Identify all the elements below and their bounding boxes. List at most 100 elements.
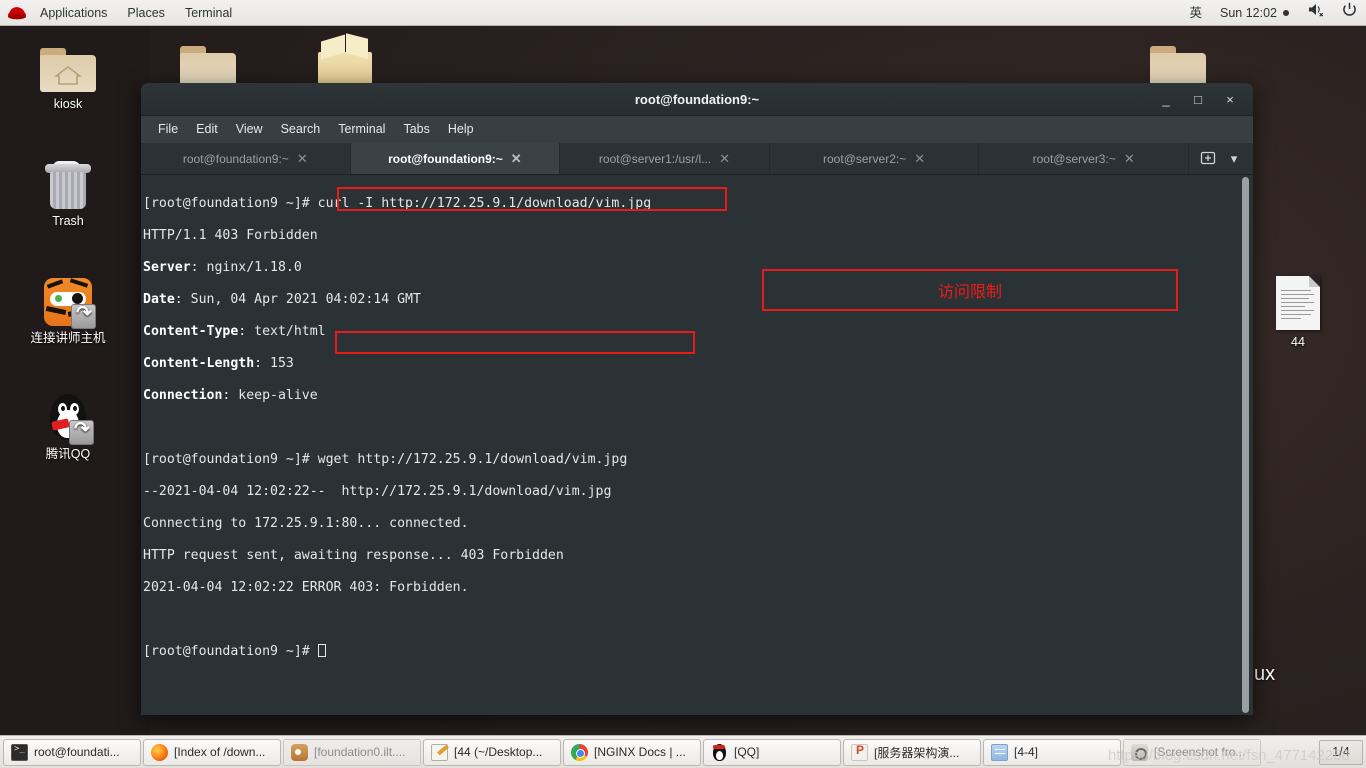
menu-edit[interactable]: Edit xyxy=(187,116,227,143)
tab-label: root@foundation9:~ xyxy=(182,151,289,166)
header-key: Server xyxy=(143,260,191,275)
chevron-down-icon[interactable]: ▾ xyxy=(1223,151,1245,167)
folder-icon xyxy=(160,36,256,90)
output-text: Connecting to 172.25.9.1:80... connected… xyxy=(143,516,469,531)
output-text: 2021-04-04 12:02:22 ERROR 403: Forbidden… xyxy=(143,580,469,595)
taskbar-item-label: [4-4] xyxy=(1014,745,1039,759)
desktop-icon-tencent-qq[interactable]: 腾讯QQ xyxy=(20,388,116,462)
screenshot-icon xyxy=(1131,743,1148,761)
tab-label: root@server1:/usr/l... xyxy=(598,151,712,166)
taskbar-item-label: [服务器架构演... xyxy=(874,745,960,760)
tab-close-icon[interactable]: ✕ xyxy=(719,151,730,167)
terminal-tab-3[interactable]: root@server2:~ ✕ xyxy=(770,143,980,174)
menu-file[interactable]: File xyxy=(149,116,187,143)
desktop-openbox-partial[interactable] xyxy=(297,30,393,89)
shell-command: wget http://172.25.9.1/download/vim.jpg xyxy=(317,452,628,467)
desktop-icon-kiosk[interactable]: kiosk xyxy=(20,38,116,112)
terminal-tab-2[interactable]: root@server1:/usr/l... ✕ xyxy=(560,143,770,174)
tab-close-icon[interactable]: ✕ xyxy=(511,151,522,167)
tab-close-icon[interactable]: ✕ xyxy=(297,151,308,167)
terminal-tab-0[interactable]: root@foundation9:~ ✕ xyxy=(141,143,351,174)
folder-icon xyxy=(1130,36,1226,90)
header-value: : Sun, 04 Apr 2021 04:02:14 GMT xyxy=(174,292,421,307)
tab-label: root@server3:~ xyxy=(1032,151,1116,166)
header-key: Date xyxy=(143,292,175,307)
volume-muted-icon[interactable] xyxy=(1298,0,1333,26)
terminal-menu-bar: File Edit View Search Terminal Tabs Help xyxy=(141,116,1253,143)
terminal-icon xyxy=(11,743,28,761)
menu-view[interactable]: View xyxy=(227,116,272,143)
text-editor-icon xyxy=(431,743,448,761)
text-document-icon xyxy=(1250,272,1346,330)
open-box-icon xyxy=(297,30,393,84)
terminal-line: Connecting to 172.25.9.1:80... connected… xyxy=(143,516,1239,532)
taskbar-item-screenshot[interactable]: [Screenshot fro... xyxy=(1123,738,1261,766)
terminal-content[interactable]: [root@foundation9 ~]# curl -I http://172… xyxy=(141,175,1253,715)
taskbar-item-gimp[interactable]: [foundation0.ilt.... xyxy=(283,738,421,766)
desktop-icon-connect-teacher-host[interactable]: 连接讲师主机 xyxy=(20,272,116,346)
header-value: : keep-alive xyxy=(222,388,318,403)
output-text: HTTP/1.1 403 Forbidden xyxy=(143,228,318,243)
input-method-indicator[interactable]: 英 xyxy=(1180,0,1211,26)
workspace-pager[interactable]: 1/4 xyxy=(1319,739,1363,765)
tab-close-icon[interactable]: ✕ xyxy=(914,151,925,167)
maximize-button[interactable]: □ xyxy=(1183,87,1213,113)
menu-places[interactable]: Places xyxy=(117,0,175,26)
terminal-tab-4[interactable]: root@server3:~ ✕ xyxy=(979,143,1189,174)
taskbar-item-chrome[interactable]: [NGINX Docs | ... xyxy=(563,738,701,766)
output-text: --2021-04-04 12:02:22-- http://172.25.9.… xyxy=(143,484,612,499)
files-icon xyxy=(991,743,1008,761)
taskbar-item-firefox[interactable]: [Index of /down... xyxy=(143,738,281,766)
desktop-icon-trash[interactable]: Trash xyxy=(20,155,116,229)
menu-terminal[interactable]: Terminal xyxy=(329,116,394,143)
close-button[interactable]: × xyxy=(1215,87,1245,113)
minimize-button[interactable]: _ xyxy=(1151,87,1181,113)
desktop-icon-label: 腾讯QQ xyxy=(45,447,91,461)
tab-close-icon[interactable]: ✕ xyxy=(1124,151,1135,167)
tab-actions: ▾ xyxy=(1189,143,1253,174)
terminal-line: [root@foundation9 ~]# curl -I http://172… xyxy=(143,196,1239,212)
desktop-icon-44[interactable]: 44 xyxy=(1250,272,1346,350)
chrome-icon xyxy=(571,743,588,761)
power-icon[interactable] xyxy=(1333,0,1366,26)
menu-search[interactable]: Search xyxy=(272,116,330,143)
desktop-icon-label: kiosk xyxy=(53,97,83,111)
menu-terminal[interactable]: Terminal xyxy=(175,0,242,26)
terminal-line: [root@foundation9 ~]# wget http://172.25… xyxy=(143,452,1239,468)
menu-applications[interactable]: Applications xyxy=(30,0,117,26)
new-tab-icon[interactable] xyxy=(1197,150,1219,168)
firefox-icon xyxy=(151,743,168,761)
terminal-window[interactable]: root@foundation9:~ _ □ × File Edit View … xyxy=(141,83,1253,715)
redhat-logo xyxy=(6,4,28,22)
terminal-tab-1[interactable]: root@foundation9:~ ✕ xyxy=(350,143,561,174)
taskbar-item-terminal[interactable]: root@foundati... xyxy=(3,738,141,766)
clock[interactable]: Sun 12:02 xyxy=(1211,0,1298,26)
header-key: Content-Type xyxy=(143,324,239,339)
taskbar-item-qq[interactable]: [QQ] xyxy=(703,738,841,766)
annotation-label-access-restricted: 访问限制 xyxy=(762,269,1178,311)
home-folder-icon xyxy=(20,38,116,92)
terminal-title: root@foundation9:~ xyxy=(634,92,760,107)
menu-tabs[interactable]: Tabs xyxy=(394,116,438,143)
desktop-partial-text: ux xyxy=(1254,663,1276,685)
taskbar-item-text-editor[interactable]: [44 (~/Desktop... xyxy=(423,738,561,766)
scrollbar-thumb[interactable] xyxy=(1242,177,1249,713)
text-cursor xyxy=(317,644,326,657)
shell-prompt: [root@foundation9 ~]# xyxy=(143,644,318,659)
taskbar-item-files[interactable]: [4-4] xyxy=(983,738,1121,766)
header-value: : nginx/1.18.0 xyxy=(190,260,302,275)
shortcut-arrow-icon xyxy=(69,418,94,445)
gimp-icon xyxy=(291,743,308,761)
taskbar-item-label: [44 (~/Desktop... xyxy=(454,745,543,759)
menu-help[interactable]: Help xyxy=(439,116,483,143)
terminal-line: [root@foundation9 ~]# xyxy=(143,644,1239,660)
shell-prompt: [root@foundation9 ~]# xyxy=(143,196,318,211)
top-panel: Applications Places Terminal 英 Sun 12:02 xyxy=(0,0,1366,26)
header-value: : 153 xyxy=(254,356,294,371)
taskbar-item-powerpoint[interactable]: [服务器架构演... xyxy=(843,738,981,766)
terminal-title-bar[interactable]: root@foundation9:~ _ □ × xyxy=(141,83,1253,116)
shortcut-arrow-icon xyxy=(71,302,96,329)
vertical-scrollbar[interactable] xyxy=(1239,175,1251,715)
